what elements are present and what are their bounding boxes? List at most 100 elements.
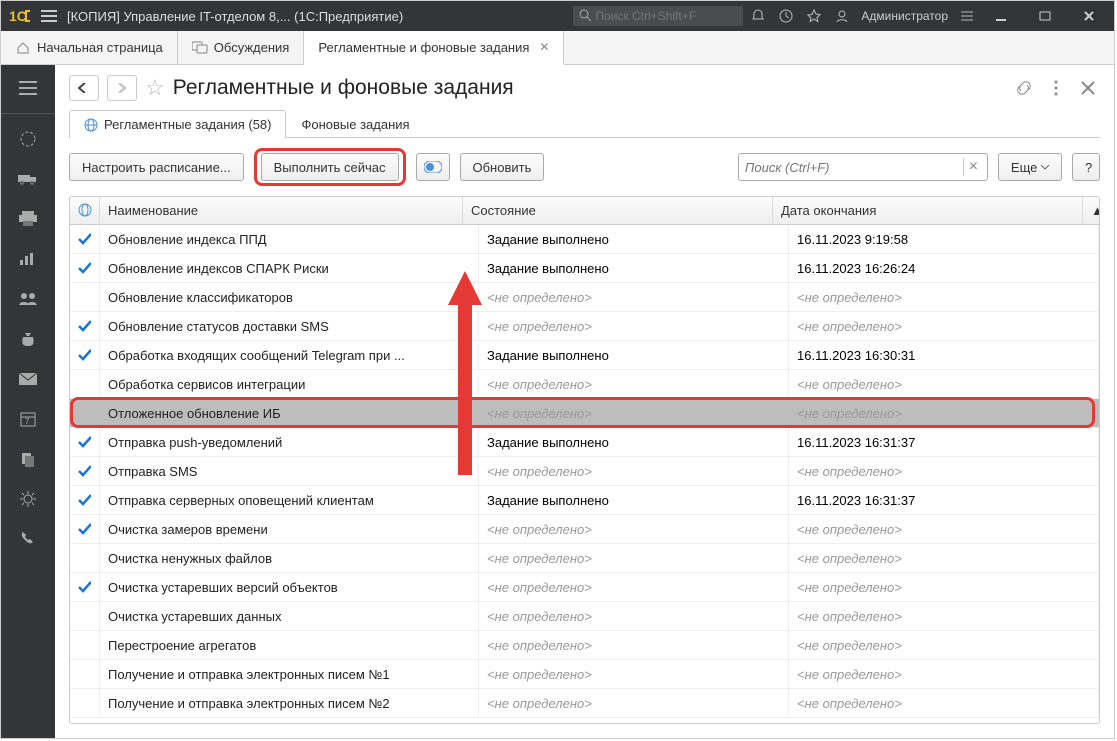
row-enabled-check bbox=[70, 341, 100, 369]
settings-bars-icon[interactable] bbox=[958, 7, 976, 25]
subtab-scheduled[interactable]: Регламентные задания (58) bbox=[69, 110, 286, 138]
star-icon[interactable] bbox=[805, 7, 823, 25]
rail-money-bag-icon[interactable] bbox=[1, 322, 55, 356]
rail-calendar-icon[interactable]: 7 bbox=[1, 402, 55, 436]
table-row[interactable]: Обновление индексов СПАРК РискиЗадание в… bbox=[70, 254, 1099, 283]
table-row[interactable]: Очистка устаревших версий объектов<не оп… bbox=[70, 573, 1099, 602]
list-search-input[interactable] bbox=[745, 160, 963, 175]
row-state: <не определено> bbox=[479, 573, 789, 601]
refresh-button[interactable]: Обновить bbox=[460, 153, 545, 181]
rail-printer-icon[interactable] bbox=[1, 202, 55, 236]
history-icon[interactable] bbox=[777, 7, 795, 25]
rail-users-icon[interactable] bbox=[1, 282, 55, 316]
row-date: <не определено> bbox=[789, 283, 1099, 311]
row-date: 16.11.2023 16:30:31 bbox=[789, 341, 1099, 369]
toolbar: Настроить расписание... Выполнить сейчас… bbox=[69, 138, 1100, 196]
more-button[interactable]: Еще bbox=[998, 153, 1062, 181]
table-row[interactable]: Очистка ненужных файлов<не определено><н… bbox=[70, 544, 1099, 573]
username-label: Администратор bbox=[861, 9, 948, 23]
tab-close-icon[interactable]: ✕ bbox=[539, 40, 549, 54]
configure-schedule-button[interactable]: Настроить расписание... bbox=[69, 153, 244, 181]
tab-discussions[interactable]: Обсуждения bbox=[178, 31, 305, 64]
row-state: <не определено> bbox=[479, 312, 789, 340]
row-name: Отложенное обновление ИБ bbox=[100, 399, 479, 427]
column-name[interactable]: Наименование bbox=[100, 197, 463, 224]
row-date: 16.11.2023 16:26:24 bbox=[789, 254, 1099, 282]
row-state: Задание выполнено bbox=[479, 486, 789, 514]
rail-menu-icon[interactable] bbox=[1, 71, 55, 105]
row-enabled-check bbox=[70, 283, 100, 311]
row-state: <не определено> bbox=[479, 399, 789, 427]
rail-gear-icon[interactable] bbox=[1, 482, 55, 516]
table-row[interactable]: Получение и отправка электронных писем №… bbox=[70, 660, 1099, 689]
tab-start-page[interactable]: Начальная страница bbox=[1, 31, 178, 64]
row-date: <не определено> bbox=[789, 515, 1099, 543]
scroll-up-icon[interactable]: ▲ bbox=[1083, 197, 1099, 224]
rail-truck-icon[interactable] bbox=[1, 162, 55, 196]
table-row[interactable]: Отложенное обновление ИБ<не определено><… bbox=[70, 399, 1099, 428]
rail-mail-icon[interactable] bbox=[1, 362, 55, 396]
home-icon bbox=[15, 40, 31, 56]
close-panel-icon[interactable] bbox=[1076, 76, 1100, 100]
subtab-label: Фоновые задания bbox=[301, 117, 409, 132]
column-end-date[interactable]: Дата окончания bbox=[773, 197, 1083, 224]
document-tabbar: Начальная страница Обсуждения Регламентн… bbox=[1, 31, 1114, 65]
table-row[interactable]: Отправка SMS<не определено><не определен… bbox=[70, 457, 1099, 486]
row-date: <не определено> bbox=[789, 399, 1099, 427]
global-search-input[interactable] bbox=[573, 6, 743, 26]
kebab-menu-icon[interactable] bbox=[1044, 76, 1068, 100]
table-row[interactable]: Отправка серверных оповещений клиентамЗа… bbox=[70, 486, 1099, 515]
table-row[interactable]: Перестроение агрегатов<не определено><не… bbox=[70, 631, 1099, 660]
user-icon[interactable] bbox=[833, 7, 851, 25]
table-row[interactable]: Отправка push-уведомленийЗадание выполне… bbox=[70, 428, 1099, 457]
toggle-enabled-button[interactable] bbox=[416, 153, 450, 181]
run-now-highlight: Выполнить сейчас bbox=[254, 148, 406, 186]
table-body[interactable]: Обновление индекса ППДЗадание выполнено1… bbox=[70, 225, 1099, 723]
row-name: Очистка замеров времени bbox=[100, 515, 479, 543]
table-row[interactable]: Обновление классификаторов<не определено… bbox=[70, 283, 1099, 312]
row-state: <не определено> bbox=[479, 660, 789, 688]
row-enabled-check bbox=[70, 312, 100, 340]
nav-forward-button[interactable] bbox=[107, 75, 137, 101]
content-area: ☆ Регламентные и фоновые задания Регламе… bbox=[55, 65, 1114, 738]
row-enabled-check bbox=[70, 399, 100, 427]
rail-dashboard-icon[interactable] bbox=[1, 122, 55, 156]
tab-scheduled-jobs[interactable]: Регламентные и фоновые задания ✕ bbox=[304, 31, 564, 65]
row-name: Отправка SMS bbox=[100, 457, 479, 485]
nav-back-button[interactable] bbox=[69, 75, 99, 101]
search-clear-icon[interactable]: × bbox=[963, 158, 983, 176]
row-date: <не определено> bbox=[789, 312, 1099, 340]
app-logo-1c: 1C bbox=[7, 7, 35, 25]
row-name: Очистка устаревших версий объектов bbox=[100, 573, 479, 601]
row-date: 16.11.2023 9:19:58 bbox=[789, 225, 1099, 253]
subtab-background[interactable]: Фоновые задания bbox=[286, 110, 424, 138]
table-row[interactable]: Обработка входящих сообщений Telegram пр… bbox=[70, 341, 1099, 370]
table-row[interactable]: Обновление индекса ППДЗадание выполнено1… bbox=[70, 225, 1099, 254]
table-row[interactable]: Получение и отправка электронных писем №… bbox=[70, 689, 1099, 718]
table-row[interactable]: Обновление статусов доставки SMS<не опре… bbox=[70, 312, 1099, 341]
column-state[interactable]: Состояние bbox=[463, 197, 773, 224]
window-maximize-button[interactable] bbox=[1026, 1, 1064, 31]
main-menu-icon[interactable] bbox=[41, 10, 61, 22]
jobs-table: Наименование Состояние Дата окончания ▲ … bbox=[69, 196, 1100, 724]
rail-chart-icon[interactable] bbox=[1, 242, 55, 276]
help-button[interactable]: ? bbox=[1072, 153, 1100, 181]
row-enabled-check bbox=[70, 602, 100, 630]
table-row[interactable]: Очистка устаревших данных<не определено>… bbox=[70, 602, 1099, 631]
rail-copy-icon[interactable] bbox=[1, 442, 55, 476]
column-enabled-icon[interactable] bbox=[70, 197, 100, 224]
favorite-star-icon[interactable]: ☆ bbox=[145, 75, 165, 101]
window-minimize-button[interactable] bbox=[982, 1, 1020, 31]
run-now-button[interactable]: Выполнить сейчас bbox=[261, 153, 399, 181]
bell-icon[interactable] bbox=[749, 7, 767, 25]
chat-icon bbox=[192, 40, 208, 56]
row-state: <не определено> bbox=[479, 515, 789, 543]
row-state: <не определено> bbox=[479, 602, 789, 630]
rail-phone-icon[interactable] bbox=[1, 522, 55, 556]
row-enabled-check bbox=[70, 573, 100, 601]
window-close-button[interactable] bbox=[1070, 1, 1108, 31]
table-row[interactable]: Обработка сервисов интеграции<не определ… bbox=[70, 370, 1099, 399]
link-icon[interactable] bbox=[1012, 76, 1036, 100]
table-row[interactable]: Очистка замеров времени<не определено><н… bbox=[70, 515, 1099, 544]
chevron-down-icon bbox=[1041, 165, 1049, 170]
